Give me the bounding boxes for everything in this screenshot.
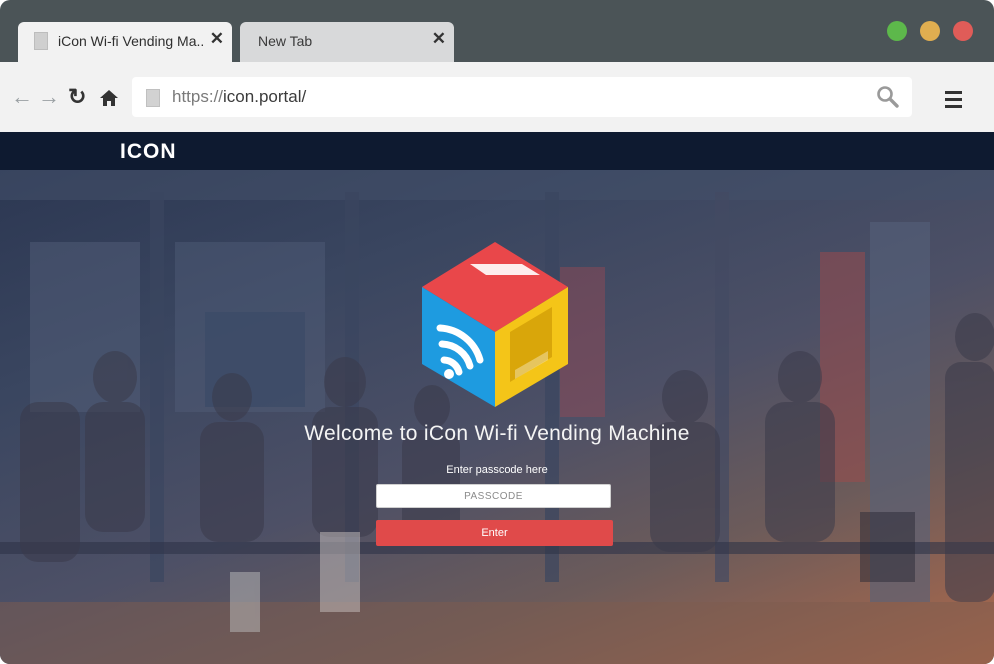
address-bar[interactable]: https://icon.portal/ [132,77,912,117]
forward-arrow-icon[interactable]: → [38,86,60,108]
back-arrow-icon[interactable]: ← [11,86,33,108]
address-url: https://icon.portal/ [172,87,306,107]
maximize-button[interactable] [887,21,907,41]
search-icon[interactable] [876,85,900,109]
site-header: ICON [0,132,994,170]
reload-icon[interactable]: ↻ [68,86,86,108]
close-tab-icon[interactable]: ✕ [432,29,446,49]
welcome-heading: Welcome to iCon Wi-fi Vending Machine [304,422,690,445]
tab-title: iCon Wi-fi Vending Ma.. [58,33,205,49]
close-window-button[interactable] [953,21,973,41]
enter-button[interactable]: Enter [376,520,613,546]
page-icon [146,89,160,107]
tab-new-tab[interactable]: New Tab ✕ [240,22,454,62]
passcode-input[interactable] [376,484,611,508]
site-logo[interactable]: ICON [120,140,177,164]
tab-title: New Tab [258,33,313,49]
portal-page: ICON Welcome to iCon Wi-fi Vending Machi… [0,132,994,664]
browser-window: iCon Wi-fi Vending Ma.. ✕ New Tab ✕ ← → … [0,0,994,664]
minimize-button[interactable] [920,21,940,41]
bus-stop-background-image [0,170,994,664]
browser-toolbar: ← → ↻ https://icon.portal/ [0,62,994,132]
url-host: icon.portal/ [223,87,307,106]
url-protocol: https:// [172,87,224,106]
close-tab-icon[interactable]: ✕ [210,29,224,49]
tab-icon-portal[interactable]: iCon Wi-fi Vending Ma.. ✕ [18,22,232,62]
page-icon [34,32,48,50]
menu-icon[interactable] [945,91,962,112]
home-icon[interactable] [99,89,119,107]
passcode-label: Enter passcode here [446,464,548,476]
